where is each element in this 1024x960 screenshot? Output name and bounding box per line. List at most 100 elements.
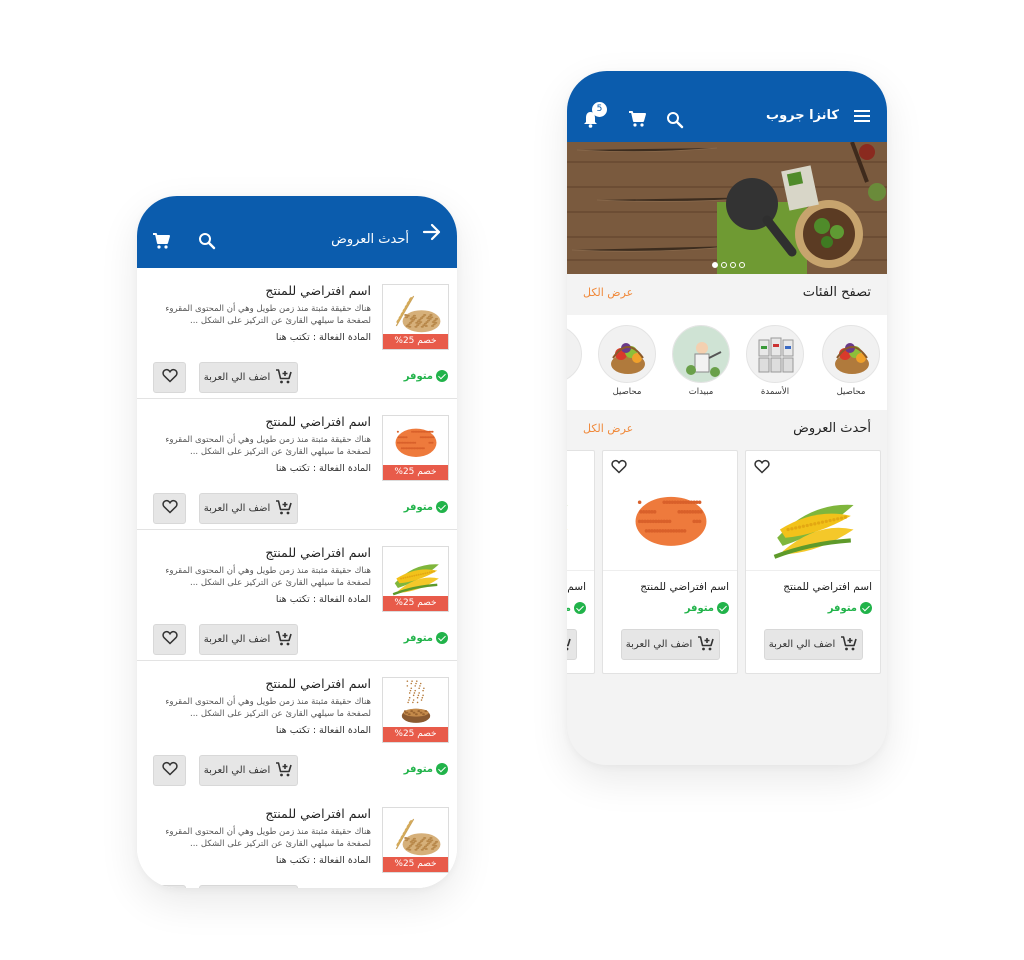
add-cart-icon	[275, 761, 293, 781]
active-ingredient: المادة الفعالة : تكتب هنا	[275, 332, 371, 343]
favorite-button[interactable]	[153, 755, 186, 786]
menu-icon[interactable]	[853, 109, 871, 123]
app-bar: كانزا جروب 5	[567, 71, 887, 142]
product-name[interactable]: اسم افتراضي للمنتج	[265, 676, 371, 691]
availability-label: متوفر	[403, 370, 433, 382]
add-to-cart-button[interactable]: اضف الي العربة	[199, 624, 298, 655]
cart-icon[interactable]	[628, 110, 647, 128]
add-to-cart-button[interactable]: اضف الي العربة	[567, 629, 577, 660]
category-crops[interactable]: محاصيل	[820, 325, 882, 397]
category-label: محاصيل	[836, 387, 866, 397]
product-card[interactable]: اسم افتراضي للمنتج متوفر اضف الي العربة	[567, 450, 595, 674]
product-photo	[613, 475, 729, 569]
product-name[interactable]: اسم افتراضي للمنتج	[265, 283, 371, 298]
check-circle-icon	[574, 602, 586, 614]
category-partial[interactable]	[567, 325, 584, 383]
active-ingredient: المادة الفعالة : تكتب هنا	[275, 594, 371, 605]
heart-icon[interactable]	[611, 459, 627, 478]
search-icon[interactable]	[198, 232, 216, 250]
pagination-dot[interactable]	[721, 262, 727, 268]
availability-label: متوفر	[567, 603, 571, 614]
pagination-dot[interactable]	[712, 262, 718, 268]
category-crops[interactable]: محاصيل	[596, 325, 658, 397]
add-to-cart-button[interactable]: اضف الي العربة	[199, 885, 298, 888]
active-ingredient: المادة الفعالة : تكتب هنا	[275, 855, 371, 866]
home-screen: كانزا جروب 5 تصفح الفئات عرض الكل محاصيل…	[567, 71, 887, 765]
add-to-cart-button[interactable]: اضف الي العربة	[621, 629, 720, 660]
pesticide-sprayer-icon	[672, 325, 730, 383]
add-to-cart-button[interactable]: اضف الي العربة	[199, 493, 298, 524]
fertilizer-bags-icon	[567, 325, 582, 383]
check-circle-icon	[860, 602, 872, 614]
promo-banner[interactable]	[567, 142, 887, 274]
categories-title: تصفح الفئات	[802, 285, 871, 300]
discount-badge: خصم 25%	[383, 857, 448, 872]
app-title: كانزا جروب	[766, 108, 839, 123]
product-card[interactable]: اسم افتراضي للمنتج متوفر اضف الي العربة	[745, 450, 881, 674]
pagination-dot[interactable]	[739, 262, 745, 268]
availability-label: متوفر	[827, 602, 857, 614]
product-image[interactable]: خصم 25%	[382, 284, 449, 350]
active-ingredient: المادة الفعالة : تكتب هنا	[275, 463, 371, 474]
availability-status: متوفر	[567, 602, 586, 614]
product-image[interactable]: خصم 25%	[382, 807, 449, 873]
add-to-cart-label: اضف الي العربة	[203, 634, 271, 645]
banner-pagination[interactable]	[712, 262, 745, 268]
product-list-item[interactable]: خصم 25% اسم افتراضي للمنتج هناك حقيقة مث…	[137, 661, 457, 792]
category-label: مبيدات	[688, 387, 714, 397]
cart-icon[interactable]	[152, 232, 171, 250]
pagination-dot[interactable]	[730, 262, 736, 268]
product-image[interactable]: خصم 25%	[382, 415, 449, 481]
product-name[interactable]: اسم افتراضي للمنتج	[567, 581, 586, 593]
discount-badge: خصم 25%	[383, 334, 448, 349]
product-list-item[interactable]: خصم 25% اسم افتراضي للمنتج هناك حقيقة مث…	[137, 791, 457, 888]
category-pesticides[interactable]: مبيدات	[670, 325, 732, 397]
check-circle-icon	[436, 763, 448, 775]
favorite-button[interactable]	[153, 493, 186, 524]
product-name[interactable]: اسم افتراضي للمنتج	[640, 581, 729, 593]
product-name[interactable]: اسم افتراضي للمنتج	[265, 806, 371, 821]
offers-view-all[interactable]: عرض الكل	[583, 422, 633, 435]
offers-list: خصم 25% اسم افتراضي للمنتج هناك حقيقة مث…	[137, 268, 457, 888]
product-image[interactable]	[567, 451, 594, 571]
add-cart-icon	[275, 499, 293, 519]
check-circle-icon	[436, 370, 448, 382]
add-to-cart-button[interactable]: اضف الي العربة	[199, 362, 298, 393]
product-card[interactable]: اسم افتراضي للمنتج متوفر اضف الي العربة	[602, 450, 738, 674]
favorite-button[interactable]	[153, 885, 186, 888]
availability-status: متوفر	[404, 370, 448, 382]
product-name[interactable]: اسم افتراضي للمنتج	[783, 581, 872, 593]
availability-status: متوفر	[404, 763, 448, 775]
add-to-cart-button[interactable]: اضف الي العربة	[764, 629, 863, 660]
categories-view-all[interactable]: عرض الكل	[583, 286, 633, 299]
categories-strip[interactable]: محاصيل الأسمدة مبيدات محاصيل	[567, 315, 887, 410]
availability-label: متوفر	[403, 632, 433, 644]
availability-status: متوفر	[404, 632, 448, 644]
notification-badge: 5	[592, 102, 607, 117]
heart-icon	[161, 368, 178, 387]
availability-status: متوفر	[404, 501, 448, 513]
favorite-button[interactable]	[153, 624, 186, 655]
vegetable-basket-icon	[822, 325, 880, 383]
product-list-item[interactable]: خصم 25% اسم افتراضي للمنتج هناك حقيقة مث…	[137, 399, 457, 530]
check-circle-icon	[436, 632, 448, 644]
product-name[interactable]: اسم افتراضي للمنتج	[265, 414, 371, 429]
product-list-item[interactable]: خصم 25% اسم افتراضي للمنتج هناك حقيقة مث…	[137, 530, 457, 661]
check-circle-icon	[436, 501, 448, 513]
favorite-button[interactable]	[153, 362, 186, 393]
check-circle-icon	[717, 602, 729, 614]
product-description: هناك حقيقة مثبتة منذ زمن طويل وهي أن الم…	[165, 827, 371, 849]
product-image[interactable]: خصم 25%	[382, 546, 449, 612]
page-title: أحدث العروض	[331, 232, 409, 247]
product-image[interactable]: خصم 25%	[382, 677, 449, 743]
product-description: هناك حقيقة مثبتة منذ زمن طويل وهي أن الم…	[165, 566, 371, 588]
add-to-cart-button[interactable]: اضف الي العربة	[199, 755, 298, 786]
arrow-right-icon[interactable]	[422, 223, 442, 241]
search-icon[interactable]	[666, 111, 684, 129]
product-name[interactable]: اسم افتراضي للمنتج	[265, 545, 371, 560]
product-list-item[interactable]: خصم 25% اسم افتراضي للمنتج هناك حقيقة مث…	[137, 268, 457, 399]
add-to-cart-label: اضف الي العربة	[768, 639, 836, 650]
category-fertilizers[interactable]: الأسمدة	[744, 325, 806, 397]
availability-label: متوفر	[403, 763, 433, 775]
heart-icon[interactable]	[754, 459, 770, 478]
